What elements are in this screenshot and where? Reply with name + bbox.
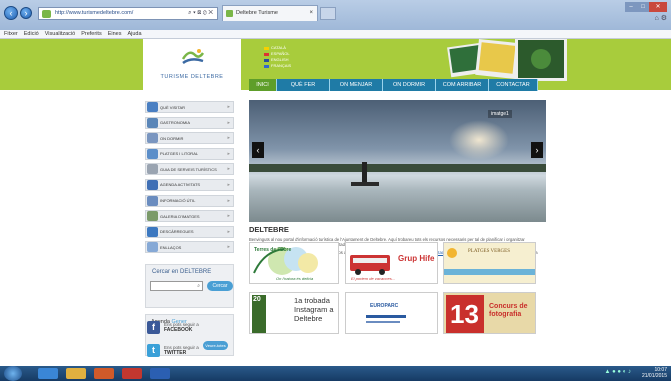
link-icon [147,242,158,253]
new-tab-button[interactable] [320,7,336,20]
logo-text: TURISME DELTEBRE [160,74,224,80]
menu-file[interactable]: Fitxer [4,30,18,38]
main-nav: INICI QUÈ FER ON MENJAR ON DORMIR COM AR… [249,79,538,91]
menu-help[interactable]: Ajuda [127,30,141,38]
search-input[interactable]: ⌕ [150,281,203,291]
banner-terres-ebre[interactable]: Terres de l'Ebre On l'natura és delicia [249,242,339,284]
home-icon[interactable]: ⌂ [655,15,659,22]
sidebar-item-agenda[interactable]: AGENDA ACTIVITATS ▸ [145,178,234,191]
facebook-icon: f [147,321,160,334]
banner-concurs[interactable]: 13 Concurs de fotografia [443,292,536,334]
address-bar[interactable]: http://www.turismedeltebre.com/ ⌕ ▾ ⊠ ⊘ … [38,7,218,20]
explorer-taskbar-icon[interactable] [66,368,86,379]
media-taskbar-icon[interactable] [94,368,114,379]
sidebar-item-informacio[interactable]: INFORMACIÓ ÚTIL ▸ [145,194,234,207]
tab-favicon-icon [226,10,233,17]
sidebar-item-que-visitar[interactable]: QUÈ VISITAR ▸ [145,101,234,113]
beach-icon [147,148,158,159]
search-panel: Cercar en DELTEBRE ⌕ Cercar [145,264,234,308]
eye-icon [147,102,158,112]
guide-icon [147,164,158,175]
boat-silhouette [351,182,379,186]
bed-icon [147,133,158,144]
toolbar-icons: ⌂ ⚙ [655,14,667,22]
nav-on-dormir[interactable]: ON DORMIR [383,79,436,91]
address-tools[interactable]: ⌕ ▾ ⊠ ⊘ ✕ [188,8,213,19]
powerpoint-taskbar-icon[interactable] [122,368,142,379]
system-tray-icons[interactable]: ▲ ● ● ◐ ♪ [605,369,631,375]
sidebar-item-descarregues[interactable]: DESCÀRREGUES ▸ [145,225,234,238]
banner-instagram[interactable]: 20 1a trobada Instagram a Deltebre [249,292,339,334]
info-icon [147,195,158,206]
slider-next-icon[interactable]: › [531,142,543,158]
banner-europarc[interactable]: EUROPARC [345,292,438,334]
address-text: http://www.turismedeltebre.com/ [55,10,134,16]
nav-contactar[interactable]: CONTACTAR [489,79,538,91]
menu-view[interactable]: Visualització [45,30,75,38]
ie-taskbar-icon[interactable] [38,368,58,379]
maximize-icon[interactable]: □ [637,2,649,12]
sidebar-item-gastronomia[interactable]: GASTRONOMIA ▸ [145,116,234,129]
close-window-icon[interactable]: ✕ [649,2,667,12]
gallery-icon [147,211,158,222]
gear-icon[interactable]: ⚙ [661,15,667,22]
sidebar-menu: QUÈ VISITAR ▸ GASTRONOMIA ▸ ON DORMIR ▸ PLA… [145,101,234,257]
fisherman-figure [362,162,367,182]
search-button[interactable]: Cercar [207,281,233,291]
forward-icon[interactable]: › [20,7,32,19]
window-controls: – □ ✕ [625,2,667,12]
browser-tab[interactable]: Deltebre Turisme × [222,5,318,21]
banner-grup-hife[interactable]: Grup Hife El portem de vacances... [345,242,438,284]
search-icon: ⌕ [197,283,200,289]
menu-bar: Fitxer Edició Visualització Preferits Ei… [0,30,671,39]
tab-title: Deltebre Turisme [236,10,278,16]
sidebar-item-on-dormir[interactable]: ON DORMIR ▸ [145,132,234,145]
sidebar-item-enllacos[interactable]: ENLLAÇOS ▸ [145,241,234,254]
site-favicon-icon [42,10,51,18]
facebook-link[interactable]: f Ens pots seguir a FACEBOOK [147,321,235,334]
food-icon [147,117,158,128]
image-slider: imatge1 ‹ › [249,100,546,222]
menu-favorites[interactable]: Preferits [81,30,101,38]
site-logo[interactable]: TURISME DELTEBRE [143,39,241,90]
menu-edit[interactable]: Edició [24,30,39,38]
menu-tools[interactable]: Eines [108,30,122,38]
europarc-logo-icon [346,293,437,333]
windows-taskbar: ▲ ● ● ◐ ♪ 10:07 21/01/2015 [0,366,671,381]
tab-close-icon[interactable]: × [309,6,313,21]
word-taskbar-icon[interactable] [150,368,170,379]
banner-platges-verges[interactable]: PLATGES VERGES [443,242,536,284]
minimize-icon[interactable]: – [625,2,637,12]
calendar-icon [147,179,158,190]
download-icon [147,226,158,237]
sidebar-item-galeria[interactable]: GALERIA D'IMATGES ▸ [145,210,234,223]
browser-titlebar: ‹ › http://www.turismedeltebre.com/ ⌕ ▾ … [0,0,671,30]
nav-com-arribar[interactable]: COM ARRIBAR [436,79,489,91]
nav-inici[interactable]: INICI [249,79,277,91]
language-selector: CATALÀ ESPAÑOL ENGLISH FRANÇAIS [264,45,291,69]
start-button[interactable] [4,366,22,381]
twitter-icon: t [147,344,160,357]
page-title: DELTEBRE [249,225,289,234]
lang-fr[interactable]: FRANÇAIS [264,63,291,69]
web-page: TURISME DELTEBRE CATALÀ ESPAÑOL ENGLISH … [0,39,671,366]
slider-credit: imatge1 [488,110,512,118]
back-icon[interactable]: ‹ [4,6,18,20]
logo-mark-icon [181,49,205,65]
nav-on-menjar[interactable]: ON MENJAR [330,79,383,91]
nav-que-fer[interactable]: QUÈ FER [277,79,330,91]
slider-prev-icon[interactable]: ‹ [252,142,264,158]
twitter-link[interactable]: t Ens pots seguir a TWITTER [147,344,235,357]
sidebar-item-platges[interactable]: PLATGES I LITORAL ▸ [145,147,234,160]
search-title: Cercar en DELTEBRE [152,269,212,275]
sidebar-item-guia-serveis[interactable]: GUIA DE SERVEIS TURÍSTICS ▸ [145,163,234,176]
clock[interactable]: 10:07 21/01/2015 [642,367,667,379]
